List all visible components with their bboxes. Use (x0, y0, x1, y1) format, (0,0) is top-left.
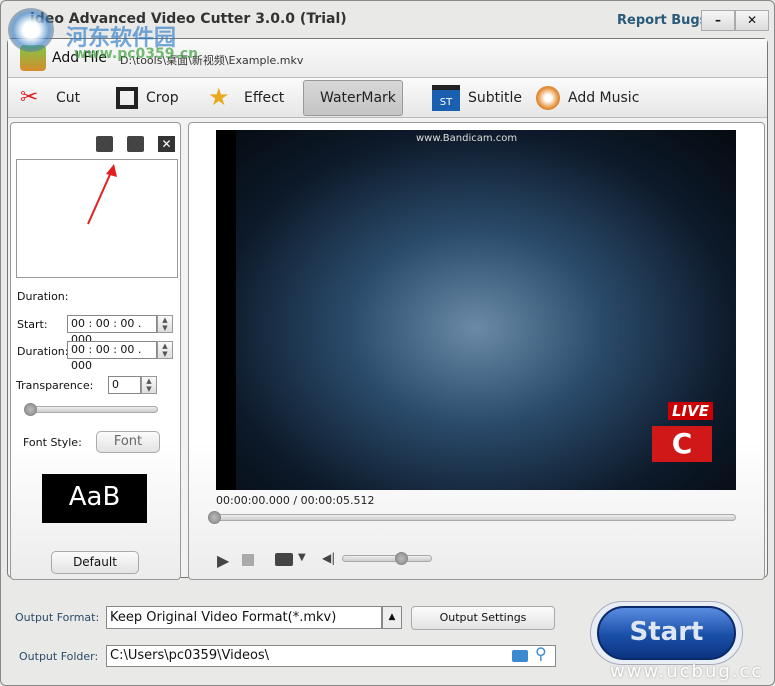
tool-label: Subtitle (468, 90, 523, 106)
site-logo-icon (8, 8, 54, 52)
stars-icon: ★ (208, 83, 230, 111)
volume-handle[interactable] (394, 552, 408, 565)
crop-icon (116, 87, 138, 109)
search-icon[interactable]: ⚲ (535, 644, 547, 663)
red-arrow-annotation (87, 164, 117, 225)
output-settings-button[interactable]: Output Settings (411, 606, 555, 630)
watermark-ucbug: www.ucbug.cc (610, 661, 764, 682)
watermark-site-url: www.pc0359.cn (74, 46, 199, 62)
video-preview[interactable]: www.Bandicam.com LIVE C (216, 130, 736, 490)
format-dropdown-button[interactable]: ▲ (382, 606, 402, 629)
volume-slider[interactable] (342, 555, 432, 562)
stop-icon[interactable] (242, 554, 254, 566)
music-disc-icon (536, 86, 560, 110)
tool-subtitle[interactable]: ST Subtitle (424, 80, 530, 116)
output-format-label: Output Format: (15, 611, 100, 624)
transparence-slider-handle[interactable] (24, 403, 37, 416)
duration-spinner[interactable]: ▲ ▼ (157, 341, 173, 359)
time-display: 00:00:00.000 / 00:00:05.512 (216, 494, 375, 507)
report-bugs-link[interactable]: Report Bugs (617, 13, 707, 28)
toolbar: ✂ Cut Crop ★ Effect WaterMark ST Subtitle A… (8, 78, 767, 118)
duration-input[interactable]: 00 : 00 : 00 . 000 (67, 341, 157, 372)
tool-crop[interactable]: Crop (108, 80, 187, 116)
transparence-slider[interactable] (25, 406, 158, 413)
video-overlay-text: www.Bandicam.com (416, 133, 518, 144)
output-folder-label: Output Folder: (19, 650, 99, 663)
tool-label: Effect (244, 90, 285, 106)
start-time-input[interactable]: 00 : 00 : 00 . 000 (67, 315, 157, 346)
tool-watermark[interactable]: WaterMark (303, 80, 403, 116)
folder-icon[interactable] (512, 650, 528, 662)
start-time-spinner[interactable]: ▲ ▼ (157, 315, 173, 333)
add-text-watermark-icon[interactable] (96, 136, 113, 152)
play-icon[interactable]: ▶ (217, 551, 229, 570)
snapshot-icon[interactable] (275, 553, 293, 566)
font-style-label: Font Style: (23, 436, 82, 449)
duration-heading: Duration: (17, 290, 69, 303)
tool-label: Cut (56, 90, 81, 106)
tool-label: Add Music (568, 90, 640, 106)
output-format-select[interactable]: Keep Original Video Format(*.mkv) (106, 606, 382, 629)
output-folder-input[interactable]: C:\Users\pc0359\Videos\ (106, 645, 556, 667)
delete-watermark-icon[interactable]: ✕ (158, 136, 175, 152)
font-button[interactable]: Font (96, 431, 160, 453)
start-label: Start: (17, 318, 48, 331)
default-button[interactable]: Default (51, 551, 139, 574)
add-image-watermark-icon[interactable] (127, 136, 144, 152)
transparence-input[interactable]: 0 (108, 376, 141, 394)
live-badge: LIVE (668, 402, 713, 420)
tool-cut[interactable]: ✂ Cut (12, 80, 88, 116)
close-button[interactable]: ✕ (735, 10, 769, 31)
scissors-icon: ✂ (20, 85, 39, 110)
seek-bar[interactable] (212, 514, 736, 521)
snapshot-dropdown-icon[interactable]: ▼ (298, 552, 306, 563)
channel-logo: C (652, 426, 712, 462)
transparence-spinner[interactable]: ▲ ▼ (141, 376, 157, 394)
tool-label: Crop (146, 90, 179, 106)
tool-effect[interactable]: ★ Effect (200, 80, 292, 116)
font-preview: AaB (42, 474, 147, 523)
tool-label: WaterMark (320, 90, 396, 106)
start-button[interactable]: Start (597, 606, 736, 660)
clapper-icon: ST (432, 85, 460, 111)
duration-label: Duration: (17, 345, 69, 358)
transparence-label: Transparence: (16, 379, 94, 392)
volume-icon[interactable]: ◀| (322, 551, 335, 565)
seek-handle[interactable] (208, 511, 221, 524)
minimize-button[interactable]: – (701, 10, 735, 31)
tool-add-music[interactable]: Add Music (528, 80, 647, 116)
